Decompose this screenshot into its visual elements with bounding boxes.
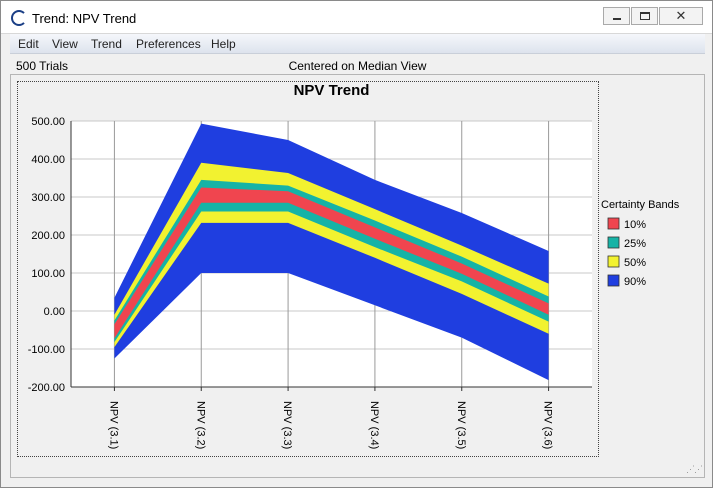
x-tick-label: NPV (3.4) <box>368 401 380 449</box>
resize-grip[interactable]: ⋰⋰ <box>686 464 703 475</box>
legend-title: Certainty Bands <box>601 199 680 211</box>
x-tick-label: NPV (3.5) <box>455 401 467 449</box>
legend-swatch <box>607 274 620 287</box>
menu-preferences[interactable]: Preferences <box>136 37 201 51</box>
x-tick-label: NPV (3.1) <box>107 401 119 449</box>
minimize-icon <box>613 18 621 20</box>
y-tick-label: 200.00 <box>31 230 65 242</box>
x-tick-label: NPV (3.2) <box>194 401 206 449</box>
menu-help[interactable]: Help <box>211 37 236 51</box>
legend-swatch <box>607 217 620 230</box>
y-tick-label: 400.00 <box>31 154 65 166</box>
x-tick-label: NPV (3.3) <box>281 401 293 449</box>
trend-window: Trend: NPV Trend ✕ Edit View Trend Prefe… <box>0 0 713 488</box>
minimize-button[interactable] <box>603 7 630 25</box>
legend-label: 90% <box>624 276 646 288</box>
chart-title: NPV Trend <box>294 82 370 99</box>
x-tick-label: NPV (3.6) <box>542 401 554 449</box>
legend-swatch <box>607 255 620 268</box>
menu-bar: Edit View Trend Preferences Help <box>10 34 705 54</box>
status-row: 500 Trials Centered on Median View <box>10 56 705 73</box>
menu-trend[interactable]: Trend <box>91 37 122 51</box>
crystal-ball-icon <box>11 10 27 26</box>
legend-label: 50% <box>624 257 646 269</box>
trend-chart[interactable]: 500.00 400.00 300.00 200.00 100.00 0.00 -100.0… <box>11 75 704 477</box>
menu-view[interactable]: View <box>52 37 78 51</box>
maximize-icon <box>640 12 650 20</box>
y-tick-label: -100.00 <box>28 344 65 356</box>
window-title: Trend: NPV Trend <box>32 11 137 26</box>
y-tick-label: 0.00 <box>44 306 65 318</box>
chart-panel: 500.00 400.00 300.00 200.00 100.00 0.00 -100.0… <box>10 74 705 478</box>
legend-swatch <box>607 236 620 249</box>
legend-label: 10% <box>624 219 646 231</box>
y-tick-label: 100.00 <box>31 268 65 280</box>
maximize-button[interactable] <box>631 7 658 25</box>
y-tick-label: -200.00 <box>28 382 65 394</box>
close-button[interactable]: ✕ <box>659 7 703 25</box>
y-tick-label: 300.00 <box>31 192 65 204</box>
close-icon: ✕ <box>675 8 687 23</box>
y-tick-label: 500.00 <box>31 116 65 128</box>
title-bar[interactable]: Trend: NPV Trend ✕ <box>1 1 712 34</box>
legend-label: 25% <box>624 238 646 250</box>
menu-edit[interactable]: Edit <box>18 37 39 51</box>
view-mode-label: Centered on Median View <box>288 59 427 73</box>
